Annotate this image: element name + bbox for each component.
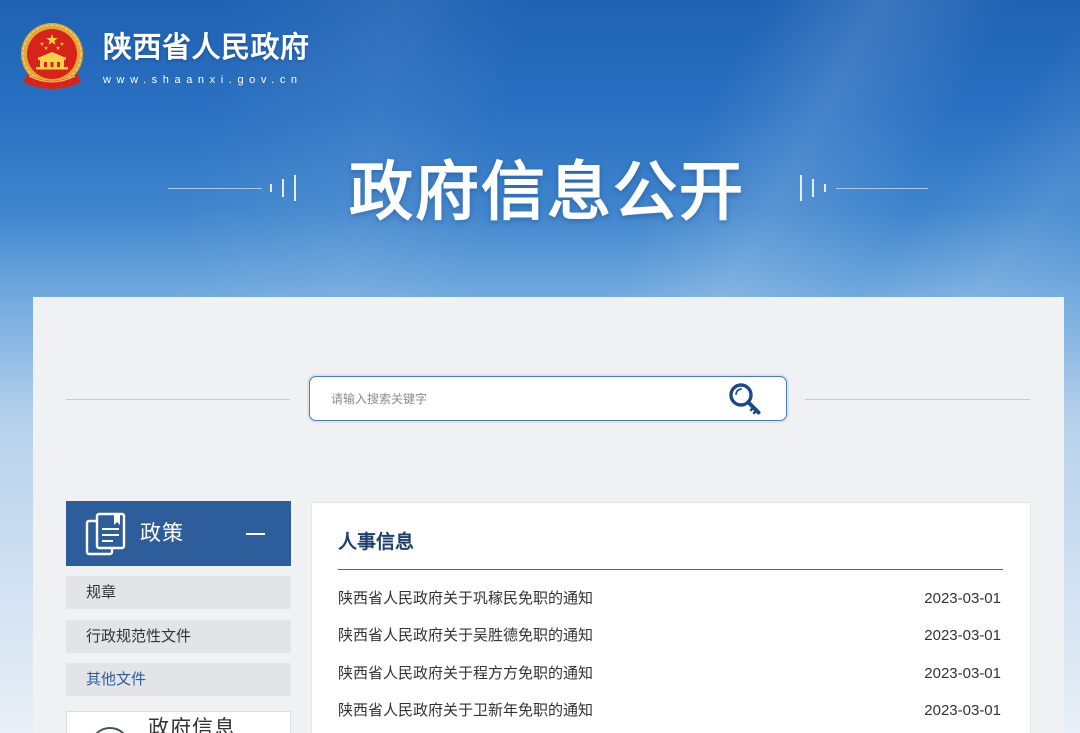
news-date: 2023-03-01 [924, 627, 1001, 645]
search-input[interactable] [310, 377, 710, 420]
list-item[interactable]: 陕西省人民政府关于巩稼民免职的通知 2023-03-01 [338, 580, 1003, 618]
sidebar-section-label: 政府信息 [148, 717, 236, 733]
sidebar-section-policy[interactable]: 政策 [66, 501, 291, 566]
sidebar-item-other-documents[interactable]: 其他文件 [66, 663, 291, 696]
list-item[interactable]: 陕西省人民政府关于程方方免职的通知 2023-03-01 [338, 655, 1003, 693]
sidebar-section-gov-info[interactable]: 政府信息 [66, 711, 291, 733]
site-logo-link[interactable] [19, 22, 85, 90]
banner-decoration-line-left [168, 188, 262, 189]
page: 陕西省人民政府 www.shaanxi.gov.cn 政府信息公开 请输入搜索关… [0, 0, 1080, 733]
search-key-icon [729, 383, 761, 415]
news-title-link[interactable]: 陕西省人民政府关于吴胜德免职的通知 [338, 626, 593, 646]
banner-decoration-line-right [836, 188, 928, 189]
banner-decoration-bar [800, 175, 802, 201]
minus-icon[interactable] [246, 533, 265, 535]
banner-decoration-bar [812, 179, 814, 197]
sidebar-section-label: 政策 [140, 522, 184, 545]
list-item[interactable]: 陕西省人民政府关于卫新年免职的通知 2023-03-01 [338, 693, 1003, 731]
search-divider-left [66, 399, 290, 400]
news-title-link[interactable]: 陕西省人民政府关于卫新年免职的通知 [338, 701, 593, 721]
news-date: 2023-03-01 [924, 589, 1001, 607]
site-name[interactable]: 陕西省人民政府 [103, 31, 310, 65]
news-title-link[interactable]: 陕西省人民政府关于程方方免职的通知 [338, 664, 593, 684]
circle-icon [90, 727, 130, 733]
news-title-link[interactable]: 陕西省人民政府关于巩稼民免职的通知 [338, 589, 593, 609]
search-divider-right [805, 399, 1030, 400]
sidebar-item-rules[interactable]: 规章 [66, 576, 291, 609]
news-list: 陕西省人民政府关于巩稼民免职的通知 2023-03-01 陕西省人民政府关于吴胜… [338, 580, 1003, 730]
news-date: 2023-03-01 [924, 702, 1001, 720]
banner-decoration-bar [824, 184, 826, 192]
search-button[interactable] [727, 381, 763, 417]
search-box [309, 376, 787, 421]
banner-decoration-bar [294, 175, 296, 201]
banner-title: 政府信息公开 [349, 156, 745, 228]
site-url: www.shaanxi.gov.cn [103, 74, 303, 86]
banner-decoration-bar [270, 184, 272, 192]
content-panel: 人事信息 陕西省人民政府关于巩稼民免职的通知 2023-03-01 陕西省人民政… [311, 502, 1031, 733]
content-title-underline [338, 569, 1003, 570]
national-emblem-icon [21, 23, 83, 89]
sidebar-item-normative-documents[interactable]: 行政规范性文件 [66, 620, 291, 653]
content-title: 人事信息 [338, 532, 415, 553]
news-date: 2023-03-01 [924, 664, 1001, 682]
list-item[interactable]: 陕西省人民政府关于吴胜德免职的通知 2023-03-01 [338, 618, 1003, 656]
banner-decoration-bar [282, 179, 284, 197]
documents-icon [85, 512, 127, 556]
